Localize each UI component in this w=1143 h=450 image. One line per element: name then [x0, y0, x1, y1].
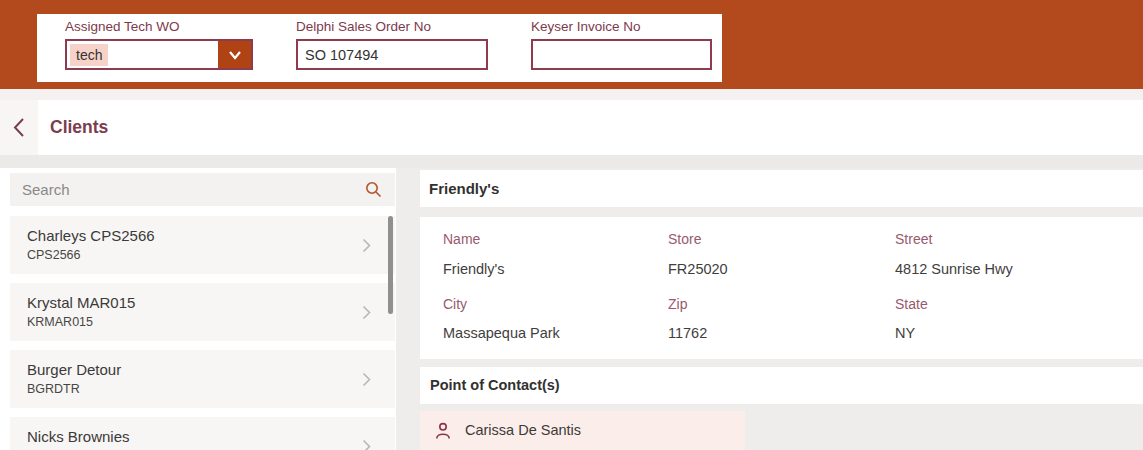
chevron-right-icon [362, 439, 371, 450]
chevron-down-icon[interactable] [218, 41, 251, 68]
field-label: City [443, 296, 467, 312]
invoice-input[interactable] [531, 39, 712, 70]
client-list-item[interactable]: Burger Detour BGRDTR [10, 350, 395, 408]
field-value: FR25020 [668, 261, 728, 277]
person-icon [435, 422, 451, 444]
client-code: BGRDTR [27, 382, 80, 396]
sales-order-label: Delphi Sales Order No [296, 19, 431, 34]
client-code: KRMAR015 [27, 315, 93, 329]
field-label: Street [895, 231, 932, 247]
client-name: Nicks Brownies [27, 428, 130, 445]
scrollbar[interactable] [388, 216, 393, 314]
chevron-right-icon [362, 305, 371, 324]
client-list-panel: Charleys CPS2566 CPS2566 Krystal MAR015 … [0, 168, 396, 450]
client-list-item[interactable]: Nicks Brownies [10, 417, 395, 450]
search-input[interactable] [10, 173, 395, 206]
poc-title-card: Point of Contact(s) [420, 367, 1143, 404]
assigned-tech-dropdown[interactable]: tech [65, 39, 253, 70]
field-label: State [895, 296, 928, 312]
client-list-item[interactable]: Krystal MAR015 KRMAR015 [10, 283, 395, 341]
client-title-card: Friendly's [420, 170, 1143, 207]
search-box [10, 173, 395, 206]
client-name: Krystal MAR015 [27, 294, 135, 311]
sales-order-input[interactable] [296, 39, 488, 70]
field-value: Massapequa Park [443, 325, 560, 341]
workorder-form-panel: Assigned Tech WO Delphi Sales Order No K… [37, 14, 722, 82]
contact-name: Carissa De Santis [465, 411, 581, 450]
client-detail-panel: Friendly's Name Friendly's Store FR25020… [420, 168, 1143, 450]
field-value: 4812 Sunrise Hwy [895, 261, 1013, 277]
search-icon[interactable] [365, 181, 382, 202]
header-divider-strip [0, 89, 1143, 100]
chevron-right-icon [362, 238, 371, 257]
field-label: Store [668, 231, 701, 247]
back-button[interactable] [11, 117, 27, 138]
content-area: Charleys CPS2566 CPS2566 Krystal MAR015 … [0, 168, 1143, 450]
poc-title: Point of Contact(s) [430, 367, 560, 404]
client-fields-card: Name Friendly's Store FR25020 Street 481… [420, 217, 1143, 359]
page-header: Clients [0, 100, 1143, 155]
contact-row[interactable]: Carissa De Santis [420, 411, 745, 450]
chevron-right-icon [362, 372, 371, 391]
client-name: Burger Detour [27, 361, 121, 378]
client-code: CPS2566 [27, 248, 81, 262]
field-label: Name [443, 231, 480, 247]
client-name: Charleys CPS2566 [27, 227, 155, 244]
field-value: Friendly's [443, 261, 505, 277]
invoice-label: Keyser Invoice No [531, 19, 641, 34]
assigned-tech-label: Assigned Tech WO [65, 19, 180, 34]
page-title: Clients [50, 100, 108, 155]
assigned-tech-value: tech [70, 44, 108, 66]
client-title: Friendly's [429, 170, 499, 207]
app-window: Assigned Tech WO Delphi Sales Order No K… [0, 0, 1143, 450]
field-value: NY [895, 325, 915, 341]
field-value: 11762 [668, 325, 707, 341]
client-list-item[interactable]: Charleys CPS2566 CPS2566 [10, 216, 395, 274]
content-divider-band [0, 155, 1143, 168]
top-header-bar: Assigned Tech WO Delphi Sales Order No K… [0, 0, 1143, 89]
field-label: Zip [668, 296, 687, 312]
